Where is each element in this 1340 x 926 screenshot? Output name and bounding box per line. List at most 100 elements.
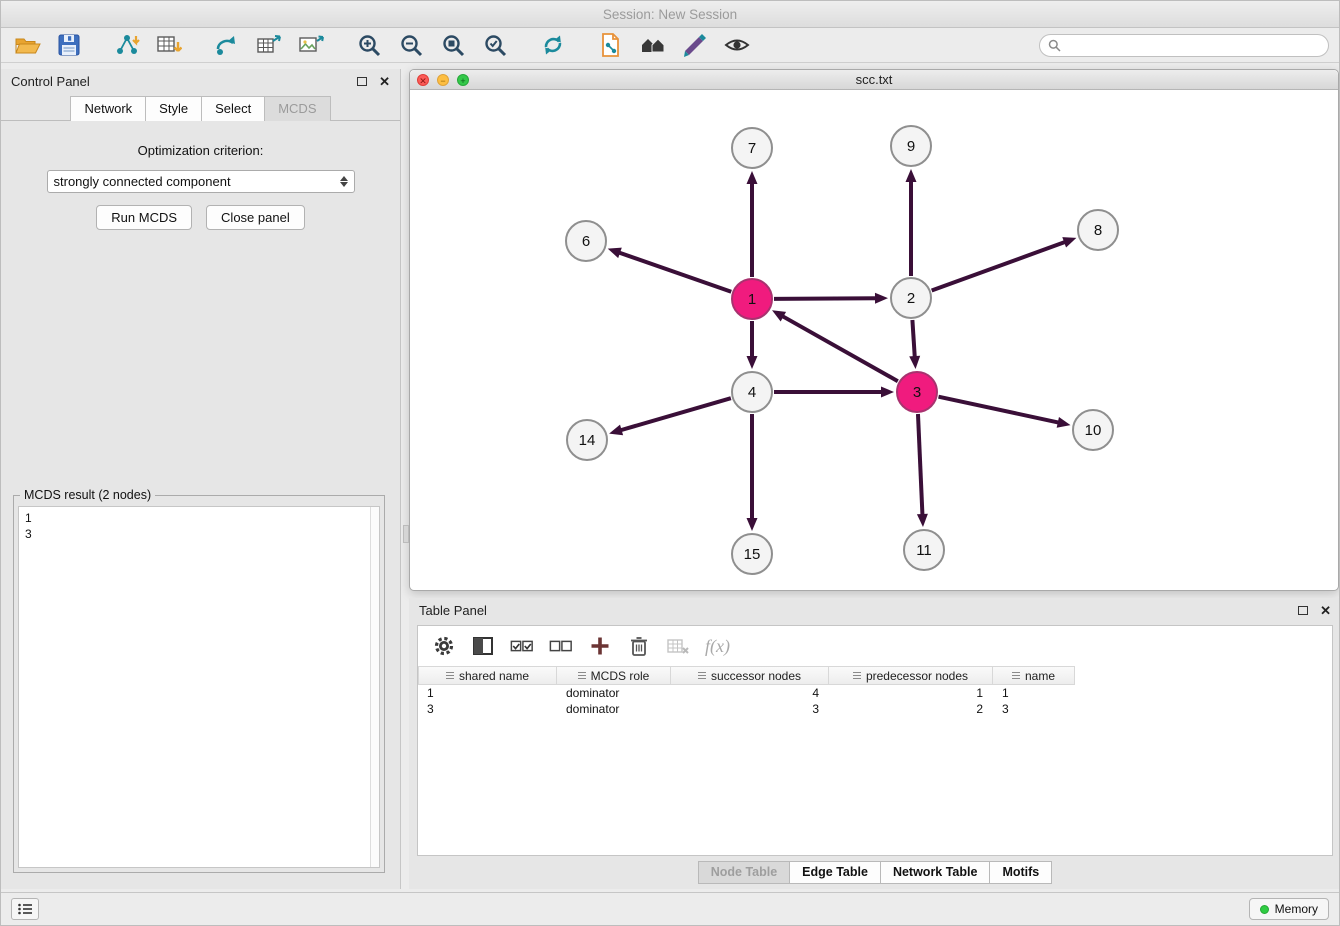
result-scrollbar[interactable]	[370, 507, 379, 867]
float-table-panel-icon[interactable]	[1298, 606, 1308, 615]
delete-column-button[interactable]	[627, 634, 651, 658]
graph-node-15[interactable]: 15	[732, 534, 772, 574]
export-table-button[interactable]	[253, 30, 285, 60]
edge-arrowhead	[875, 293, 888, 304]
select-all-button[interactable]	[510, 634, 534, 658]
graph-edge[interactable]	[618, 252, 731, 292]
graph-node-11[interactable]: 11	[904, 530, 944, 570]
control-panel-header: Control Panel ✕	[1, 69, 400, 93]
column-header-mcds-role[interactable]: MCDS role	[557, 666, 671, 685]
deselect-all-button[interactable]	[549, 634, 573, 658]
graph-edge[interactable]	[774, 298, 877, 299]
graph-node-6[interactable]: 6	[566, 221, 606, 261]
graph-node-4[interactable]: 4	[732, 372, 772, 412]
graph-node-3[interactable]: 3	[897, 372, 937, 412]
zoom-fit-button[interactable]	[437, 30, 469, 60]
edge-arrowhead	[747, 171, 758, 184]
run-mcds-button[interactable]: Run MCDS	[96, 205, 192, 230]
criterion-select[interactable]: strongly connected component	[47, 170, 355, 193]
graph-edge[interactable]	[918, 414, 923, 516]
close-panel-icon[interactable]: ✕	[379, 75, 390, 88]
graph-node-14[interactable]: 14	[567, 420, 607, 460]
network-view-window: scc.txt ✕ − + 1234678910111415	[409, 69, 1339, 591]
close-panel-button[interactable]: Close panel	[206, 205, 305, 230]
column-header-predecessor-nodes[interactable]: predecessor nodes	[829, 666, 993, 685]
style-brush-icon	[682, 33, 708, 57]
table-cell: 2	[829, 701, 993, 717]
vertical-splitter-grip[interactable]	[403, 525, 409, 543]
first-neighbors-button[interactable]	[595, 30, 627, 60]
edge-arrowhead	[608, 248, 622, 258]
table-panel: Table Panel ✕	[409, 598, 1340, 889]
tab-network[interactable]: Network	[70, 96, 146, 121]
task-list-icon	[17, 902, 33, 916]
apply-layout-button[interactable]	[537, 30, 569, 60]
edge-arrowhead	[747, 518, 758, 531]
table-settings-button[interactable]	[432, 634, 456, 658]
sort-icon	[853, 672, 861, 680]
column-header-successor-nodes[interactable]: successor nodes	[671, 666, 829, 685]
open-session-button[interactable]	[11, 30, 43, 60]
import-network-button[interactable]	[111, 30, 143, 60]
node-label: 10	[1085, 422, 1102, 439]
node-label: 9	[907, 138, 915, 155]
edge-arrowhead	[881, 387, 894, 398]
export-network-button[interactable]	[211, 30, 243, 60]
search-field[interactable]	[1039, 34, 1329, 57]
mcds-tab-content: Optimization criterion: strongly connect…	[1, 121, 400, 230]
show-columns-button[interactable]	[471, 634, 495, 658]
tab-style[interactable]: Style	[146, 96, 202, 121]
import-network-icon	[114, 33, 140, 57]
zoom-out-button[interactable]	[395, 30, 427, 60]
style-button[interactable]	[679, 30, 711, 60]
overview-button[interactable]	[637, 30, 669, 60]
optimization-criterion-label: Optimization criterion:	[1, 143, 400, 158]
task-history-button[interactable]	[11, 898, 39, 920]
save-icon	[57, 33, 81, 57]
save-session-button[interactable]	[53, 30, 85, 60]
sort-icon	[698, 672, 706, 680]
graph-edge[interactable]	[939, 397, 1060, 423]
export-image-button[interactable]	[295, 30, 327, 60]
tab-edge-table[interactable]: Edge Table	[790, 861, 881, 884]
zoom-selected-button[interactable]	[479, 30, 511, 60]
network-canvas[interactable]: 1 2 3 4 6 7 8 9 10 11 14 15	[410, 90, 1338, 590]
graph-node-1[interactable]: 1	[732, 279, 772, 319]
tab-motifs[interactable]: Motifs	[990, 861, 1052, 884]
memory-button[interactable]: Memory	[1249, 898, 1329, 920]
sort-icon	[1012, 672, 1020, 680]
tab-mcds[interactable]: MCDS	[265, 96, 330, 121]
table-cell: 1	[993, 685, 1075, 701]
create-column-button[interactable]	[588, 634, 612, 658]
node-table-content: f(x) shared nameMCDS rolesuccessor nodes…	[417, 625, 1333, 856]
graph-edge[interactable]	[912, 320, 914, 358]
graph-node-10[interactable]: 10	[1073, 410, 1113, 450]
graph-edge[interactable]	[782, 316, 898, 382]
graph-node-7[interactable]: 7	[732, 128, 772, 168]
close-table-panel-icon[interactable]: ✕	[1320, 604, 1331, 617]
tab-node-table[interactable]: Node Table	[698, 861, 790, 884]
network-graph[interactable]: 1 2 3 4 6 7 8 9 10 11 14 15	[410, 90, 1338, 590]
search-input[interactable]	[1067, 38, 1320, 52]
column-header-shared-name[interactable]: shared name	[418, 666, 557, 685]
graph-node-2[interactable]: 2	[891, 278, 931, 318]
delete-table-button[interactable]	[666, 634, 690, 658]
graph-node-8[interactable]: 8	[1078, 210, 1118, 250]
import-table-button[interactable]	[153, 30, 185, 60]
column-header-name[interactable]: name	[993, 666, 1075, 685]
gear-icon	[433, 635, 455, 657]
tab-select[interactable]: Select	[202, 96, 265, 121]
show-hide-button[interactable]	[721, 30, 753, 60]
graph-edge[interactable]	[932, 242, 1066, 291]
function-builder-button[interactable]: f(x)	[705, 636, 730, 657]
table-row[interactable]: 3dominator323	[418, 701, 1332, 717]
mcds-result-textarea[interactable]: 13	[19, 507, 370, 867]
float-panel-icon[interactable]	[357, 77, 367, 86]
node-label: 11	[916, 542, 932, 559]
graph-edge[interactable]	[620, 398, 731, 430]
tab-network-table[interactable]: Network Table	[881, 861, 991, 884]
table-toolbar: f(x)	[418, 626, 1332, 666]
zoom-in-button[interactable]	[353, 30, 385, 60]
table-row[interactable]: 1dominator411	[418, 685, 1332, 701]
graph-node-9[interactable]: 9	[891, 126, 931, 166]
